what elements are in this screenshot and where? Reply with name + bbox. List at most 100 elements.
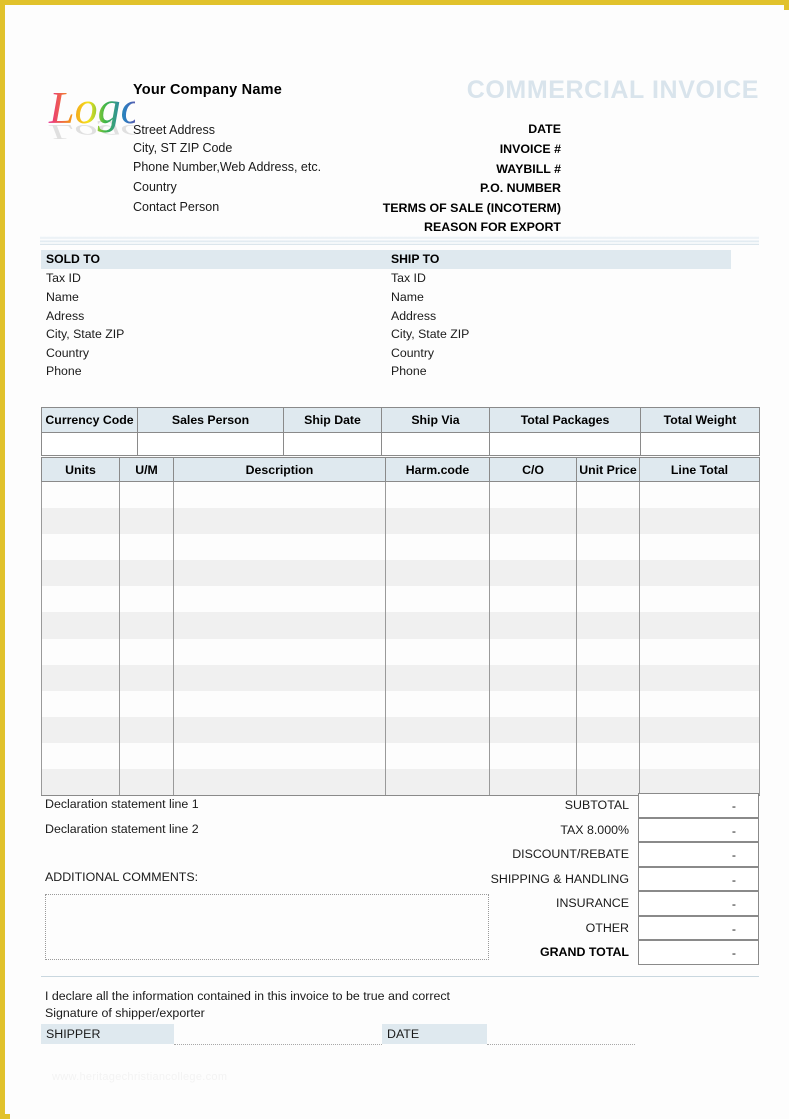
cell-units[interactable] <box>41 508 120 535</box>
cell-co[interactable] <box>489 769 577 797</box>
cell-line-total[interactable] <box>639 612 760 639</box>
cell-description[interactable] <box>173 612 386 639</box>
cell-units[interactable] <box>41 534 120 561</box>
cell-harm-code[interactable] <box>385 769 490 797</box>
cell-harm-code[interactable] <box>385 612 490 639</box>
cell-co[interactable] <box>489 586 577 613</box>
cell-description[interactable] <box>173 769 386 797</box>
cell-line-total[interactable] <box>639 534 760 561</box>
cell-harm-code[interactable] <box>385 664 490 691</box>
cell-harm-code[interactable] <box>385 716 490 743</box>
value-tax[interactable]: - <box>638 817 759 842</box>
cell-description[interactable] <box>173 586 386 613</box>
cell-harm-code[interactable] <box>385 481 490 509</box>
cell-unit-price[interactable] <box>576 716 640 743</box>
cell-ship-date[interactable] <box>283 432 382 456</box>
cell-description[interactable] <box>173 716 386 743</box>
cell-unit-price[interactable] <box>576 560 640 587</box>
cell-um[interactable] <box>119 508 174 535</box>
cell-co[interactable] <box>489 716 577 743</box>
cell-total-weight[interactable] <box>640 432 760 456</box>
cell-co[interactable] <box>489 481 577 509</box>
cell-line-total[interactable] <box>639 508 760 535</box>
cell-unit-price[interactable] <box>576 769 640 797</box>
cell-um[interactable] <box>119 612 174 639</box>
cell-co[interactable] <box>489 742 577 770</box>
cell-unit-price[interactable] <box>576 534 640 561</box>
cell-units[interactable] <box>41 638 120 665</box>
value-discount-rebate[interactable]: - <box>638 842 759 867</box>
cell-co[interactable] <box>489 508 577 535</box>
cell-um[interactable] <box>119 664 174 691</box>
cell-harm-code[interactable] <box>385 690 490 717</box>
cell-units[interactable] <box>41 586 120 613</box>
cell-description[interactable] <box>173 534 386 561</box>
cell-unit-price[interactable] <box>576 481 640 509</box>
cell-line-total[interactable] <box>639 742 760 770</box>
cell-description[interactable] <box>173 481 386 509</box>
cell-line-total[interactable] <box>639 560 760 587</box>
cell-co[interactable] <box>489 560 577 587</box>
cell-um[interactable] <box>119 690 174 717</box>
cell-um[interactable] <box>119 742 174 770</box>
cell-unit-price[interactable] <box>576 690 640 717</box>
cell-line-total[interactable] <box>639 638 760 665</box>
cell-unit-price[interactable] <box>576 742 640 770</box>
cell-sales-person[interactable] <box>137 432 284 456</box>
cell-units[interactable] <box>41 690 120 717</box>
cell-line-total[interactable] <box>639 690 760 717</box>
date-input[interactable] <box>487 1044 635 1045</box>
cell-units[interactable] <box>41 560 120 587</box>
cell-harm-code[interactable] <box>385 742 490 770</box>
value-other[interactable]: - <box>638 915 759 940</box>
cell-description[interactable] <box>173 638 386 665</box>
cell-units[interactable] <box>41 481 120 509</box>
cell-co[interactable] <box>489 638 577 665</box>
value-shipping-handling[interactable]: - <box>638 866 759 891</box>
cell-unit-price[interactable] <box>576 586 640 613</box>
cell-units[interactable] <box>41 612 120 639</box>
cell-um[interactable] <box>119 534 174 561</box>
cell-harm-code[interactable] <box>385 638 490 665</box>
cell-harm-code[interactable] <box>385 560 490 587</box>
cell-unit-price[interactable] <box>576 638 640 665</box>
cell-harm-code[interactable] <box>385 534 490 561</box>
cell-co[interactable] <box>489 534 577 561</box>
cell-ship-via[interactable] <box>381 432 490 456</box>
cell-unit-price[interactable] <box>576 508 640 535</box>
cell-um[interactable] <box>119 560 174 587</box>
cell-units[interactable] <box>41 716 120 743</box>
cell-line-total[interactable] <box>639 664 760 691</box>
cell-total-packages[interactable] <box>489 432 641 456</box>
cell-co[interactable] <box>489 612 577 639</box>
cell-description[interactable] <box>173 742 386 770</box>
cell-co[interactable] <box>489 664 577 691</box>
cell-line-total[interactable] <box>639 481 760 509</box>
cell-units[interactable] <box>41 664 120 691</box>
cell-units[interactable] <box>41 769 120 797</box>
value-grand-total[interactable]: - <box>638 940 759 965</box>
value-insurance[interactable]: - <box>638 891 759 916</box>
cell-line-total[interactable] <box>639 716 760 743</box>
cell-harm-code[interactable] <box>385 508 490 535</box>
cell-description[interactable] <box>173 690 386 717</box>
cell-currency-code[interactable] <box>41 432 138 456</box>
cell-um[interactable] <box>119 638 174 665</box>
value-subtotal[interactable]: - <box>638 793 759 818</box>
cell-um[interactable] <box>119 769 174 797</box>
additional-comments-input[interactable] <box>45 894 489 960</box>
cell-unit-price[interactable] <box>576 612 640 639</box>
cell-um[interactable] <box>119 716 174 743</box>
cell-unit-price[interactable] <box>576 664 640 691</box>
cell-description[interactable] <box>173 560 386 587</box>
cell-um[interactable] <box>119 586 174 613</box>
shipper-signature-input[interactable] <box>174 1044 382 1045</box>
cell-harm-code[interactable] <box>385 586 490 613</box>
cell-units[interactable] <box>41 742 120 770</box>
cell-um[interactable] <box>119 481 174 509</box>
cell-co[interactable] <box>489 690 577 717</box>
cell-description[interactable] <box>173 664 386 691</box>
cell-line-total[interactable] <box>639 769 760 797</box>
cell-line-total[interactable] <box>639 586 760 613</box>
cell-description[interactable] <box>173 508 386 535</box>
